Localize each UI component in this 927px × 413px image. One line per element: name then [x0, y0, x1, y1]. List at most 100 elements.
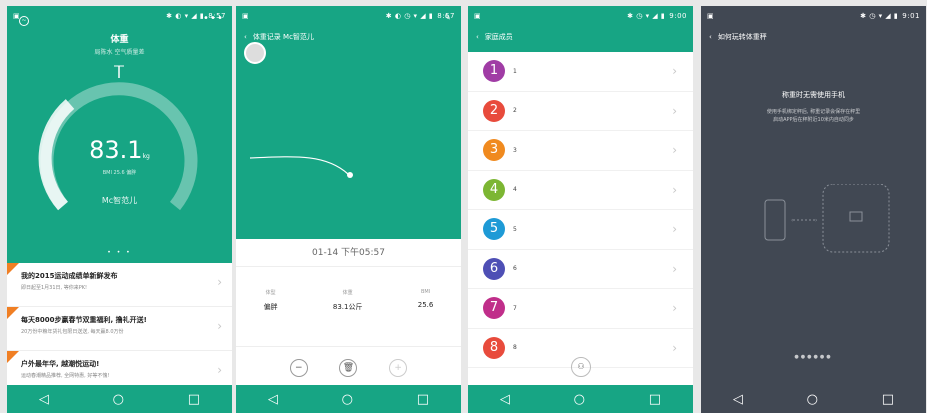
page-title: 家庭成员	[484, 33, 513, 41]
page-title: 体重记录 Mc智范儿	[252, 33, 314, 41]
news-item-0[interactable]: 我的2015运动成绩单新鲜发布 即日起至1月31日, 等你来PK! ›	[7, 263, 232, 307]
chevron-right-icon: ›	[672, 222, 677, 237]
nav-bar: ◁ ○ □	[701, 385, 926, 413]
home-icon[interactable]: ○	[113, 392, 124, 407]
member-label: 5	[513, 225, 517, 233]
chevron-right-icon: ›	[672, 143, 677, 158]
screen-family-members: ▣ ✱ ◷ ▾ ◢ ▮ 9:00 ‹ 家庭成员 1 1 › 2 2 › 3 3 › 4 4 › 5 5 › 6 6…	[468, 6, 693, 413]
status-bar: ▣ ✱ ◷ ▾ ◢ ▮ 9:00	[468, 6, 693, 26]
page-title: 体重	[110, 35, 129, 45]
back-arrow-icon[interactable]: ‹	[244, 33, 247, 41]
home-icon[interactable]: ○	[342, 392, 353, 407]
stat-body-type: 体型 偏胖	[263, 290, 278, 311]
chevron-right-icon: ›	[672, 340, 677, 355]
status-time: 9:00	[669, 12, 687, 20]
hot-badge	[7, 307, 19, 319]
member-list: 1 1 › 2 2 › 3 3 › 4 4 › 5 5 › 6 6 › 7 7 › 8 8 ›	[468, 52, 693, 368]
edit-icon[interactable]: ✎	[444, 13, 451, 22]
chevron-right-icon: ›	[217, 319, 222, 333]
stat-weight: 体重 83.1公斤	[332, 290, 363, 311]
screen-scale-guide: ▣ ✱ ◷ ▾ ◢ ▮ 9:01 ‹ 如何玩转体重秤 称重时无需使用手机 使用手机…	[701, 6, 926, 413]
sync-illustration: ‹ ›	[764, 184, 890, 253]
member-row-6[interactable]: 6 6 ›	[468, 250, 693, 289]
chevron-right-icon: ›	[672, 261, 677, 276]
svg-text:‹: ‹	[791, 217, 793, 224]
member-label: 2	[513, 107, 517, 115]
back-icon[interactable]: ◁	[268, 392, 278, 407]
member-row-3[interactable]: 3 3 ›	[468, 131, 693, 171]
status-bar: ▣ ✱ ◐ ▾ ◢ ▮ 8:57	[7, 6, 232, 26]
status-time: 9:01	[902, 12, 920, 20]
status-icons: ✱ ◐ ◷ ▾ ◢ ▮	[385, 12, 434, 20]
page-subtitle: 局陈水 空气质量差	[94, 49, 145, 56]
member-row-7[interactable]: 7 7 ›	[468, 289, 693, 329]
guide-description: 使用手机绑定秤后, 称重记录会保存在秤里 启动APP后在秤附近10米内自动同步	[766, 109, 861, 123]
chevron-right-icon: ›	[672, 64, 677, 79]
back-icon[interactable]: ◁	[500, 392, 510, 407]
member-row-4[interactable]: 4 4 ›	[468, 171, 693, 210]
add-member-button[interactable]: ⚇	[571, 357, 591, 377]
record-date: 01-14 下午05:57	[236, 239, 461, 267]
stat-bmi: BMI 25.6	[417, 289, 434, 309]
member-row-2[interactable]: 2 2 ›	[468, 92, 693, 131]
home-icon[interactable]: ○	[574, 392, 585, 407]
svg-text:›: ›	[815, 217, 817, 224]
hot-badge	[7, 351, 19, 363]
member-label: 6	[513, 265, 517, 273]
member-label: 3	[513, 146, 517, 154]
chevron-right-icon: ›	[672, 301, 677, 316]
avatar[interactable]	[244, 42, 266, 64]
member-avatar: 2	[483, 99, 505, 122]
bmi-text: BMI 25.6 偏胖	[102, 170, 137, 176]
nav-bar: ◁ ○ □	[7, 385, 232, 413]
weight-value: 83.1kg	[89, 136, 150, 164]
nav-bar: ◁ ○ □	[236, 385, 461, 413]
image-icon: ▣	[242, 12, 249, 20]
member-row-5[interactable]: 5 5 ›	[468, 210, 693, 250]
recent-apps-icon[interactable]: □	[417, 392, 429, 407]
chevron-right-icon: ›	[672, 103, 677, 118]
screen-weight-home: ▣ ✱ ◐ ▾ ◢ ▮ 8:57 ~ • • • 体重 局陈水 空气质量差 83.…	[7, 6, 232, 413]
minus-button[interactable]: −	[289, 359, 308, 377]
member-row-1[interactable]: 1 1 ›	[468, 52, 693, 92]
back-arrow-icon[interactable]: ‹	[709, 33, 712, 41]
home-icon[interactable]: ○	[807, 392, 818, 407]
hot-badge	[7, 263, 19, 275]
recent-apps-icon[interactable]: □	[649, 392, 661, 407]
status-bar: ▣ ✱ ◐ ◷ ▾ ◢ ▮ 8:57	[236, 6, 461, 26]
member-avatar: 4	[483, 178, 505, 201]
news-item-1[interactable]: 每天8000步赢春节双重福利, 撸礼开送! 20万份中粮年货礼包限日送送, 每天…	[7, 307, 232, 351]
back-icon[interactable]: ◁	[733, 392, 743, 407]
activity-icon[interactable]: ~	[19, 16, 29, 26]
user-name: Mc智范儿	[101, 196, 138, 205]
chevron-right-icon: ›	[217, 363, 222, 377]
more-icon[interactable]: • • •	[203, 13, 223, 24]
member-avatar: 8	[483, 336, 505, 359]
page-dots: • • •	[107, 249, 132, 256]
page-title: 如何玩转体重秤	[717, 33, 767, 41]
plus-button[interactable]: +	[389, 359, 408, 377]
weight-trend-line	[249, 156, 353, 178]
status-icons: ✱ ◷ ▾ ◢ ▮	[627, 12, 666, 20]
scale-icon	[822, 184, 890, 253]
delete-button[interactable]: 🗑	[339, 359, 358, 377]
member-avatar: 7	[483, 297, 505, 320]
chevron-right-icon: ›	[217, 275, 222, 289]
member-label: 8	[513, 344, 517, 352]
member-label: 4	[513, 186, 517, 194]
chevron-right-icon: ›	[672, 182, 677, 197]
member-label: 1	[513, 67, 517, 75]
page-dots: ●●●●●●	[794, 354, 833, 360]
image-icon: ▣	[707, 12, 714, 20]
member-avatar: 6	[483, 257, 505, 280]
member-avatar: 5	[483, 218, 505, 241]
status-icons: ✱ ◷ ▾ ◢ ▮	[860, 12, 899, 20]
image-icon: ▣	[474, 12, 481, 20]
status-bar: ▣ ✱ ◷ ▾ ◢ ▮ 9:01	[701, 6, 926, 26]
back-arrow-icon[interactable]: ‹	[476, 33, 479, 41]
back-icon[interactable]: ◁	[39, 392, 49, 407]
guide-heading: 称重时无需使用手机	[782, 91, 845, 99]
recent-apps-icon[interactable]: □	[188, 392, 200, 407]
recent-apps-icon[interactable]: □	[882, 392, 894, 407]
nav-bar: ◁ ○ □	[468, 385, 693, 413]
